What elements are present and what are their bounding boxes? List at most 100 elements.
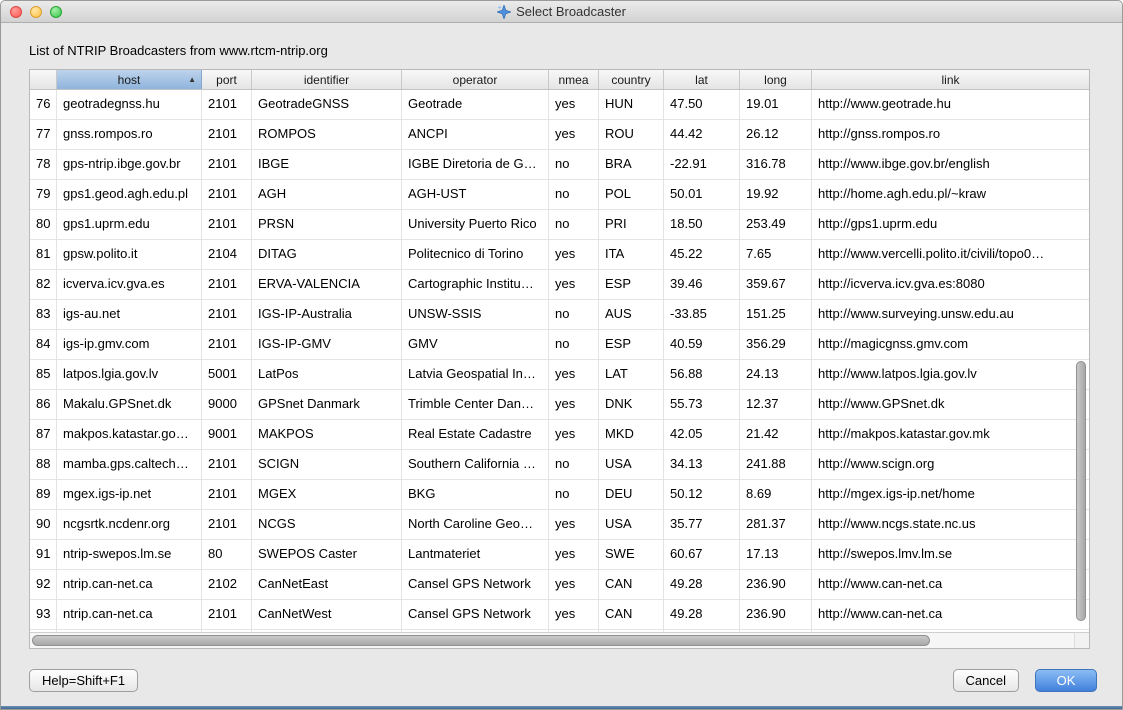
horizontal-scrollbar[interactable]: [30, 632, 1074, 648]
header-port[interactable]: port: [202, 70, 252, 89]
table-row[interactable]: 93ntrip.can-net.ca2101CanNetWestCansel G…: [30, 600, 1089, 630]
close-button[interactable]: [10, 6, 22, 18]
header-identifier[interactable]: identifier: [252, 70, 402, 89]
cell-lat: 49.28: [664, 570, 740, 599]
cell-host: gps-ntrip.ibge.gov.br: [57, 150, 202, 179]
cell-link: http://gps1.uprm.edu: [812, 210, 1089, 239]
table-row[interactable]: 83igs-au.net2101IGS-IP-AustraliaUNSW-SSI…: [30, 300, 1089, 330]
cell-nmea: yes: [549, 120, 599, 149]
cell-num: 89: [30, 480, 57, 509]
table-row[interactable]: 86Makalu.GPSnet.dk9000GPSnet DanmarkTrim…: [30, 390, 1089, 420]
cell-lat: 34.13: [664, 450, 740, 479]
cell-operator: AGH-UST: [402, 180, 549, 209]
cell-num: 77: [30, 120, 57, 149]
table-row[interactable]: 91ntrip-swepos.lm.se80SWEPOS CasterLantm…: [30, 540, 1089, 570]
zoom-button[interactable]: [50, 6, 62, 18]
table-row[interactable]: 77gnss.rompos.ro2101ROMPOSANCPIyesROU44.…: [30, 120, 1089, 150]
table-row[interactable]: 90ncgsrtk.ncdenr.org2101NCGSNorth Caroli…: [30, 510, 1089, 540]
cell-identifier: GPSnet Danmark: [252, 390, 402, 419]
table-row[interactable]: 85latpos.lgia.gov.lv5001LatPosLatvia Geo…: [30, 360, 1089, 390]
cell-long: 21.42: [740, 420, 812, 449]
cell-country: DEU: [599, 480, 664, 509]
header-rownum[interactable]: [30, 70, 57, 89]
cell-country: HUN: [599, 90, 664, 119]
vertical-scrollbar[interactable]: [1074, 90, 1089, 632]
cell-long: 26.12: [740, 120, 812, 149]
cell-host: gps1.geod.agh.edu.pl: [57, 180, 202, 209]
table-row[interactable]: 76geotradegnss.hu2101GeotradeGNSSGeotrad…: [30, 90, 1089, 120]
cell-lat: 45.22: [664, 240, 740, 269]
vertical-scrollbar-thumb[interactable]: [1076, 361, 1086, 621]
cell-lat: 56.88: [664, 360, 740, 389]
table-row[interactable]: 82icverva.icv.gva.es2101ERVA-VALENCIACar…: [30, 270, 1089, 300]
cell-link: http://www.scign.org: [812, 450, 1089, 479]
table-row[interactable]: 84igs-ip.gmv.com2101IGS-IP-GMVGMVnoESP40…: [30, 330, 1089, 360]
cell-link: http://www.GPSnet.dk: [812, 390, 1089, 419]
header-lat[interactable]: lat: [664, 70, 740, 89]
cell-port: 2101: [202, 480, 252, 509]
cell-host: icverva.icv.gva.es: [57, 270, 202, 299]
table-row[interactable]: 79gps1.geod.agh.edu.pl2101AGHAGH-USTnoPO…: [30, 180, 1089, 210]
table-row[interactable]: 88mamba.gps.caltech…2101SCIGNSouthern Ca…: [30, 450, 1089, 480]
cell-lat: 42.05: [664, 420, 740, 449]
cell-port: 80: [202, 540, 252, 569]
table-row[interactable]: 89mgex.igs-ip.net2101MGEXBKGnoDEU50.128.…: [30, 480, 1089, 510]
cell-country: CAN: [599, 570, 664, 599]
cell-country: ROU: [599, 120, 664, 149]
cell-long: 7.65: [740, 240, 812, 269]
header-long[interactable]: long: [740, 70, 812, 89]
cell-country: USA: [599, 450, 664, 479]
cell-operator: Politecnico di Torino: [402, 240, 549, 269]
table-row[interactable]: 92ntrip.can-net.ca2102CanNetEastCansel G…: [30, 570, 1089, 600]
table-row[interactable]: 78gps-ntrip.ibge.gov.br2101IBGEIGBE Dire…: [30, 150, 1089, 180]
table-row[interactable]: 80gps1.uprm.edu2101PRSNUniversity Puerto…: [30, 210, 1089, 240]
horizontal-scrollbar-thumb[interactable]: [32, 635, 930, 646]
cell-link: http://swepos.lmv.lm.se: [812, 540, 1089, 569]
minimize-button[interactable]: [30, 6, 42, 18]
titlebar[interactable]: Select Broadcaster: [1, 1, 1122, 23]
header-link[interactable]: link: [812, 70, 1089, 89]
header-nmea[interactable]: nmea: [549, 70, 599, 89]
help-button[interactable]: Help=Shift+F1: [29, 669, 138, 692]
cell-link: http://home.agh.edu.pl/~kraw: [812, 180, 1089, 209]
cell-lat: 47.50: [664, 90, 740, 119]
cell-nmea: no: [549, 450, 599, 479]
traffic-lights: [10, 6, 62, 18]
window-title-area: Select Broadcaster: [497, 4, 626, 19]
cell-nmea: yes: [549, 600, 599, 629]
scrollbar-corner: [1074, 632, 1089, 648]
cell-link: http://www.can-net.ca: [812, 600, 1089, 629]
page-title: List of NTRIP Broadcasters from www.rtcm…: [29, 43, 328, 58]
cell-port: 2101: [202, 330, 252, 359]
broadcaster-icon: [497, 5, 511, 19]
sort-ascending-icon: ▲: [188, 76, 196, 84]
cell-long: 19.01: [740, 90, 812, 119]
ok-button[interactable]: OK: [1035, 669, 1097, 692]
cell-identifier: ROMPOS: [252, 120, 402, 149]
cell-operator: Trimble Center Dan…: [402, 390, 549, 419]
cancel-button[interactable]: Cancel: [953, 669, 1019, 692]
table-row[interactable]: 81gpsw.polito.it2104DITAGPolitecnico di …: [30, 240, 1089, 270]
broadcaster-table: host ▲ port identifier operator nmea cou…: [29, 69, 1090, 649]
cell-nmea: no: [549, 480, 599, 509]
cell-host: igs-ip.gmv.com: [57, 330, 202, 359]
cell-num: 82: [30, 270, 57, 299]
cell-country: ESP: [599, 270, 664, 299]
cell-num: 88: [30, 450, 57, 479]
header-host[interactable]: host ▲: [57, 70, 202, 89]
header-country[interactable]: country: [599, 70, 664, 89]
cell-country: AUS: [599, 300, 664, 329]
header-operator[interactable]: operator: [402, 70, 549, 89]
cell-host: ncgsrtk.ncdenr.org: [57, 510, 202, 539]
table-row[interactable]: 87makpos.katastar.go…9001MAKPOSReal Esta…: [30, 420, 1089, 450]
cell-long: 359.67: [740, 270, 812, 299]
cell-lat: 39.46: [664, 270, 740, 299]
cell-port: 2101: [202, 510, 252, 539]
cell-identifier: SCIGN: [252, 450, 402, 479]
cell-long: 236.90: [740, 570, 812, 599]
cell-long: 253.49: [740, 210, 812, 239]
cell-port: 2104: [202, 240, 252, 269]
cell-host: igs-au.net: [57, 300, 202, 329]
cell-lat: 49.28: [664, 600, 740, 629]
cell-operator: GMV: [402, 330, 549, 359]
